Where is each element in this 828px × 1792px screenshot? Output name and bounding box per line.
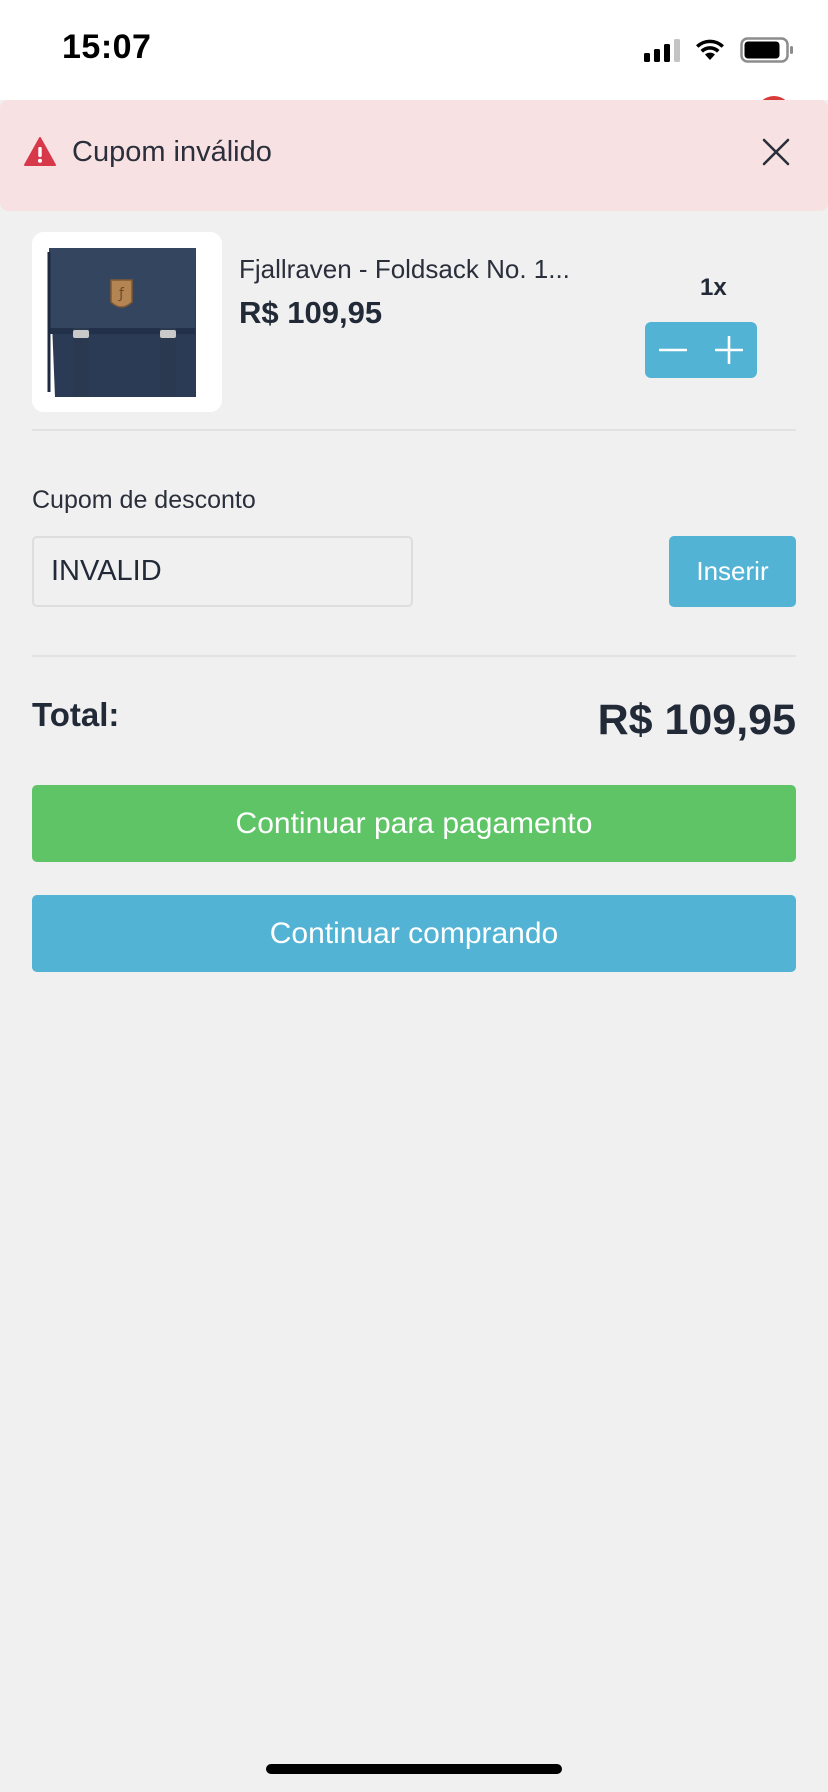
status-time: 15:07 [62, 28, 152, 66]
cellular-signal-icon [644, 38, 680, 62]
battery-icon [740, 37, 793, 63]
product-image: ƒ [32, 232, 222, 412]
continue-to-payment-button[interactable]: Continuar para pagamento [32, 785, 796, 862]
increase-quantity-button[interactable] [701, 322, 757, 378]
coupon-input[interactable] [32, 536, 413, 607]
divider [32, 655, 796, 657]
backpack-image: ƒ [32, 232, 222, 412]
error-toast: Cupom inválido [0, 100, 828, 211]
toast-close-button[interactable] [758, 134, 794, 170]
total-label: Total: [32, 696, 120, 733]
total-value: R$ 109,95 [597, 696, 796, 744]
close-icon [762, 138, 790, 166]
warning-triangle-icon [24, 137, 56, 166]
wifi-icon [696, 39, 724, 60]
insert-coupon-button[interactable]: Inserir [669, 536, 796, 607]
coupon-label: Cupom de desconto [32, 486, 256, 514]
plus-icon [715, 336, 743, 364]
cart-item: ƒ Fjallraven - Foldsack No. 1... R$ 109,… [32, 232, 796, 412]
home-indicator [266, 1764, 562, 1774]
toast-message: Cupom inválido [72, 136, 272, 168]
product-name[interactable]: Fjallraven - Foldsack No. 1... [239, 254, 570, 285]
minus-icon [659, 348, 687, 352]
divider [32, 429, 796, 431]
quantity-label: 1x [700, 274, 727, 301]
product-price: R$ 109,95 [239, 295, 383, 330]
quantity-stepper [645, 322, 757, 378]
status-icons [644, 36, 794, 64]
status-bar: 15:07 [0, 0, 828, 100]
cart-screen: 15:07 Cupom inválido ƒ Fjallraven - Fold… [0, 0, 828, 1792]
decrease-quantity-button[interactable] [645, 322, 701, 378]
continue-shopping-button[interactable]: Continuar comprando [32, 895, 796, 972]
